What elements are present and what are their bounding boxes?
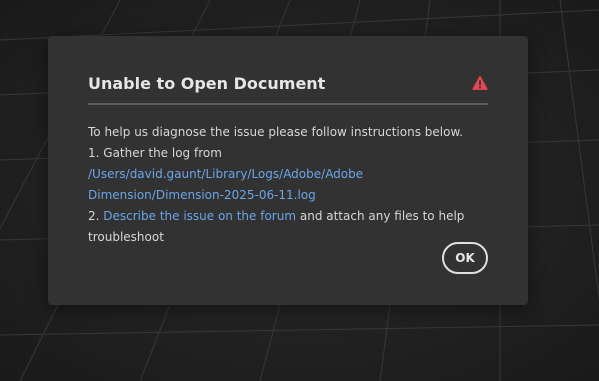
alert-triangle-icon bbox=[472, 75, 488, 90]
title-divider bbox=[88, 103, 488, 105]
dialog-title: Unable to Open Document bbox=[88, 74, 326, 93]
intro-text: To help us diagnose the issue please fol… bbox=[88, 125, 463, 139]
log-file-link[interactable]: /Users/david.gaunt/Library/Logs/Adobe/Ad… bbox=[88, 167, 363, 202]
dialog-body: To help us diagnose the issue please fol… bbox=[88, 122, 488, 248]
dialog-header: Unable to Open Document bbox=[88, 74, 488, 98]
step-2: 2. Describe the issue on the forum and a… bbox=[88, 206, 488, 248]
step-2-prefix: 2. bbox=[88, 209, 104, 223]
step-1: 1. Gather the log from /Users/david.gaun… bbox=[88, 143, 488, 206]
error-dialog: Unable to Open Document To help us diagn… bbox=[48, 36, 528, 305]
ok-button[interactable]: OK bbox=[442, 242, 488, 274]
forum-link[interactable]: Describe the issue on the forum bbox=[103, 209, 296, 223]
step-1-prefix: 1. Gather the log from bbox=[88, 146, 222, 160]
